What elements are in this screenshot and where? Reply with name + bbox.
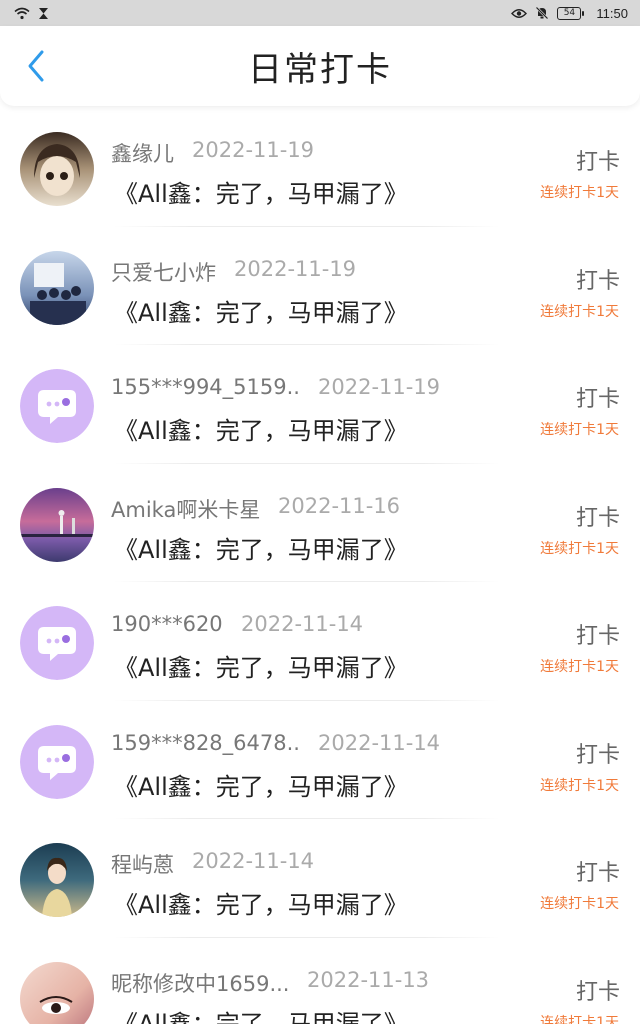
avatar[interactable]	[20, 250, 94, 325]
eye-icon	[511, 8, 528, 19]
avatar[interactable]	[20, 132, 94, 206]
checkin-date: 2022-11-14	[241, 612, 364, 636]
avatar[interactable]	[20, 606, 94, 680]
user-name: 昵称修改中1659...	[111, 971, 290, 996]
status-bar: 54 11:50	[0, 0, 640, 26]
page-title: 日常打卡	[248, 49, 392, 90]
streak-label: 连续打卡1天	[540, 303, 619, 320]
checkin-button[interactable]: 打卡	[576, 974, 620, 1006]
list-item[interactable]: 程屿蒽 2022-11-14 《All鑫：完了，马甲漏了》 打卡连续打卡1天	[0, 819, 640, 938]
checkin-button[interactable]: 打卡	[576, 618, 620, 650]
streak-label: 连续打卡1天	[540, 1014, 619, 1024]
list-item[interactable]: 159***828_6478.. 2022-11-14 《All鑫：完了，马甲漏了》…	[0, 701, 640, 819]
checkin-date: 2022-11-19	[192, 138, 315, 162]
battery-level: 54	[557, 6, 582, 20]
checkin-date: 2022-11-19	[318, 375, 441, 399]
header: 日常打卡	[0, 26, 640, 106]
hourglass-icon	[38, 7, 49, 20]
streak-label: 连续打卡1天	[540, 896, 619, 912]
user-name: 只爱七小炸	[111, 260, 216, 285]
book-title: 《All鑫：完了，马甲漏了》	[114, 1009, 408, 1024]
avatar[interactable]	[20, 724, 94, 799]
checkin-button[interactable]: 打卡	[576, 855, 620, 887]
streak-label: 连续打卡1天	[540, 659, 619, 675]
checkin-button[interactable]: 打卡	[576, 500, 620, 532]
battery-icon: 54	[557, 6, 585, 20]
streak-label: 连续打卡1天	[540, 777, 619, 794]
book-title: 《All鑫：完了，马甲漏了》	[114, 298, 408, 327]
user-name: 155***994_5159..	[111, 375, 300, 399]
user-name: 190***620	[111, 612, 223, 636]
book-title: 《All鑫：完了，马甲漏了》	[114, 891, 408, 919]
user-name: 159***828_6478..	[111, 730, 300, 755]
avatar[interactable]	[20, 487, 94, 562]
user-name: 程屿蒽	[111, 853, 174, 877]
checkin-date: 2022-11-19	[234, 256, 357, 281]
list-item[interactable]: 只爱七小炸 2022-11-19 《All鑫：完了，马甲漏了》 打卡连续打卡1天	[0, 227, 640, 345]
list-item[interactable]: 190***620 2022-11-14 《All鑫：完了，马甲漏了》 打卡连续打卡1…	[0, 582, 640, 701]
list-item[interactable]: 155***994_5159.. 2022-11-19 《All鑫：完了，马甲漏了》…	[0, 345, 640, 464]
checkin-button[interactable]: 打卡	[576, 263, 620, 295]
list-item[interactable]: 昵称修改中1659... 2022-11-13 《All鑫：完了，马甲漏了》 打卡连续…	[0, 938, 640, 1024]
checkin-button[interactable]: 打卡	[576, 737, 620, 769]
chevron-left-icon	[28, 50, 44, 82]
checkin-date: 2022-11-14	[192, 849, 315, 873]
book-title: 《All鑫：完了，马甲漏了》	[114, 772, 408, 801]
book-title: 《All鑫：完了，马甲漏了》	[114, 180, 408, 208]
book-title: 《All鑫：完了，马甲漏了》	[114, 417, 408, 445]
checkin-list: 鑫缘儿 2022-11-19 《All鑫：完了，马甲漏了》 打卡 连续打卡1天 只爱七小炸…	[0, 108, 640, 1024]
user-name: 鑫缘儿	[111, 142, 174, 166]
back-button[interactable]	[18, 48, 54, 84]
avatar[interactable]	[20, 843, 94, 917]
book-title: 《All鑫：完了，马甲漏了》	[114, 654, 408, 682]
checkin-button[interactable]: 打卡	[576, 144, 620, 176]
checkin-date: 2022-11-14	[318, 730, 441, 755]
streak-label: 连续打卡1天	[540, 185, 619, 201]
user-name: Amika啊米卡星	[111, 497, 261, 522]
avatar[interactable]	[20, 369, 94, 443]
streak-label: 连续打卡1天	[540, 422, 619, 438]
list-item[interactable]: Amika啊米卡星 2022-11-16 《All鑫：完了，马甲漏了》 打卡连续打卡1…	[0, 464, 640, 582]
avatar[interactable]	[20, 961, 94, 1024]
book-title: 《All鑫：完了，马甲漏了》	[114, 535, 408, 564]
list-item[interactable]: 鑫缘儿 2022-11-19 《All鑫：完了，马甲漏了》 打卡连续打卡1天	[0, 108, 640, 227]
clock: 11:50	[596, 5, 628, 21]
checkin-button[interactable]: 打卡	[576, 381, 620, 413]
checkin-date: 2022-11-13	[307, 967, 430, 992]
wifi-icon	[14, 7, 30, 20]
checkin-date: 2022-11-16	[278, 493, 401, 518]
bell-mute-icon	[535, 6, 549, 20]
streak-label: 连续打卡1天	[540, 540, 619, 557]
